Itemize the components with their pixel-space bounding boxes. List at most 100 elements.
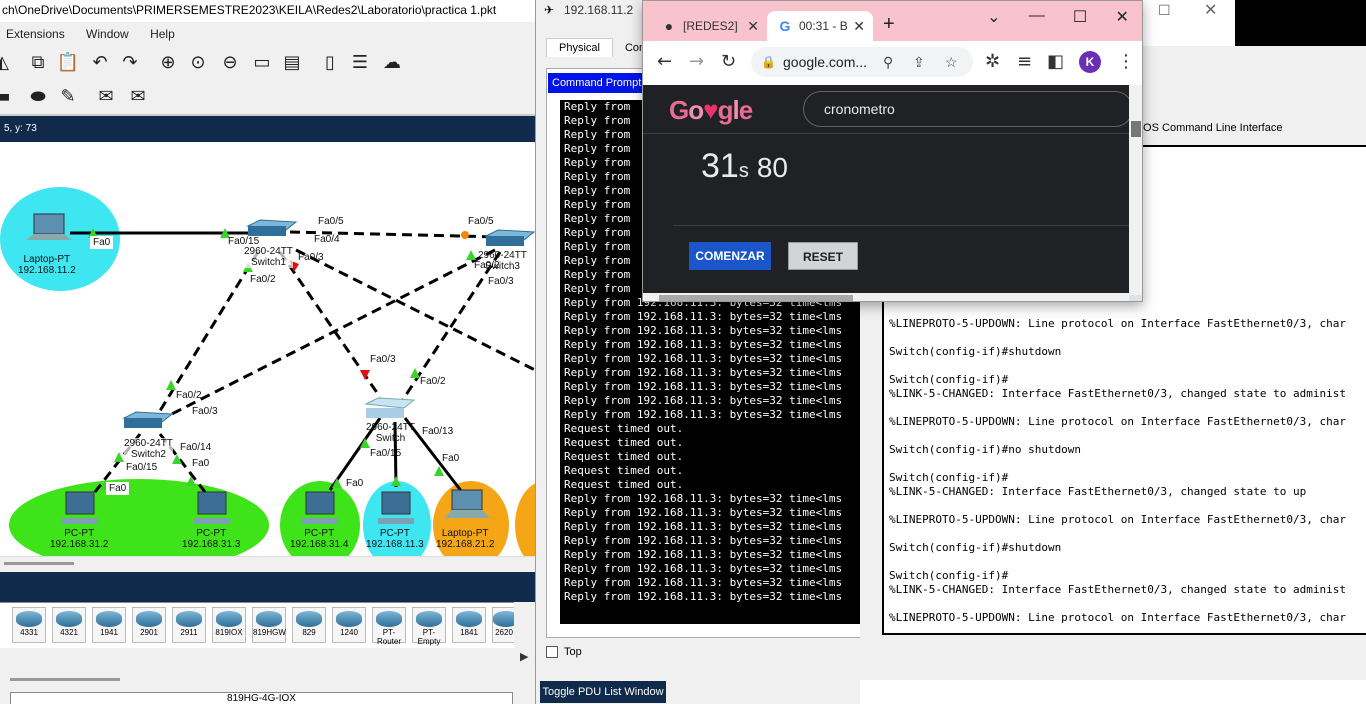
- topology-canvas[interactable]: Laptop-PT 192.168.11.2 2960-24TT Switch1 2…: [0, 142, 535, 556]
- cli-line: Switch(config-if)#: [889, 471, 1009, 484]
- device-pt-router[interactable]: PT-Router: [372, 607, 406, 646]
- close-tab-icon[interactable]: ✕: [747, 11, 759, 41]
- browser-tab-redes2[interactable]: ● [REDES2] ✕: [651, 11, 767, 41]
- port-indicator: [461, 231, 469, 239]
- drawing-palette-icon[interactable]: ▭: [250, 50, 274, 74]
- new-tab-icon[interactable]: +: [883, 13, 895, 36]
- pointer-icon[interactable]: ◭: [0, 50, 14, 74]
- tab-search-icon[interactable]: ⌄: [987, 7, 1000, 27]
- redo-icon[interactable]: ↷: [118, 50, 142, 74]
- maximize-icon[interactable]: ☐: [1073, 7, 1087, 27]
- cmd-line: Reply from 192.168.11.3: bytes=32 time<l…: [564, 590, 843, 603]
- device-819hgw[interactable]: 819HGW: [252, 607, 286, 643]
- page-vscrollbar[interactable]: [1129, 85, 1142, 295]
- cli-line: [889, 429, 1361, 443]
- menu-icon[interactable]: ⋮: [1117, 51, 1135, 72]
- device-4321[interactable]: 4321: [52, 607, 86, 643]
- port-label: Fa0/2: [176, 390, 202, 401]
- search-input[interactable]: cronometro: [803, 91, 1133, 127]
- port-label: Fa0/3: [192, 406, 218, 417]
- back-icon[interactable]: ←: [657, 51, 672, 72]
- extensions-icon[interactable]: ✲: [985, 51, 1000, 72]
- complex-pdu-icon[interactable]: ✉: [126, 84, 150, 108]
- cli-line: %LINK-5-CHANGED: Interface FastEthernet0…: [889, 387, 1346, 400]
- profile-avatar[interactable]: K: [1079, 51, 1101, 73]
- share-icon[interactable]: ⇪: [913, 47, 925, 77]
- zoom-reset-icon[interactable]: ⊙: [186, 50, 210, 74]
- cmd-line: Reply from 192.168.11.3: bytes=32 time<l…: [564, 534, 843, 547]
- device-1240[interactable]: 1240: [332, 607, 366, 643]
- expand-arrow-icon[interactable]: ▶: [520, 650, 528, 663]
- device-1941[interactable]: 1941: [92, 607, 126, 643]
- port-label: Fa0: [90, 236, 114, 249]
- device-2911[interactable]: 2911: [172, 607, 206, 643]
- ellipse-icon[interactable]: ⬬: [26, 84, 50, 108]
- port-indicator: [166, 380, 176, 390]
- canvas-hscrollbar[interactable]: [0, 556, 535, 572]
- device-palette: 4331 4321 1941 2901 2911 819IOX 819HGW 8…: [0, 602, 520, 648]
- document-icon[interactable]: ▯: [318, 50, 342, 74]
- github-icon: ●: [664, 18, 674, 34]
- device-2901[interactable]: 2901: [132, 607, 166, 643]
- cmd-line: Reply from 192.168.11.3: bytes=32 time<l…: [564, 380, 843, 393]
- device-pt-empty[interactable]: PT-Empty: [412, 607, 446, 646]
- location-icon[interactable]: ⚲: [883, 47, 893, 77]
- menu-window[interactable]: Window: [86, 24, 129, 44]
- switch1-icon: [246, 219, 298, 236]
- reset-button[interactable]: RESET: [788, 242, 858, 270]
- device-819iox[interactable]: 819IOX: [212, 607, 246, 643]
- paste-icon[interactable]: 📋: [56, 50, 80, 74]
- minimize-icon[interactable]: —: [1029, 7, 1045, 27]
- reload-icon[interactable]: ↻: [721, 51, 736, 72]
- cli-line: Switch(config-if)#: [889, 569, 1009, 582]
- area-partial-orange: [515, 483, 535, 556]
- device-2620[interactable]: 2620: [492, 607, 519, 643]
- toggle-pdu-list-button[interactable]: Toggle PDU List Window: [540, 681, 666, 703]
- port-label: Fa0/15: [228, 236, 260, 247]
- star-icon[interactable]: ☆: [945, 47, 958, 77]
- start-button[interactable]: COMENZAR: [689, 242, 771, 270]
- address-bar[interactable]: 🔒 google.com... ⚲ ⇪ ☆: [751, 47, 973, 77]
- cloud-icon[interactable]: ☁: [380, 50, 404, 74]
- zoom-in-icon[interactable]: ⊕: [156, 50, 180, 74]
- device-4331[interactable]: 4331: [12, 607, 46, 643]
- switch-device-icon[interactable]: ☰: [348, 50, 372, 74]
- side-panel-icon[interactable]: ◧: [1047, 51, 1064, 72]
- menu-help[interactable]: Help: [150, 24, 175, 44]
- freeform-icon[interactable]: ✎: [56, 84, 80, 108]
- forward-icon[interactable]: →: [689, 51, 704, 72]
- top-checkbox[interactable]: Top: [546, 646, 582, 658]
- close-icon[interactable]: ✕: [1115, 7, 1128, 27]
- menu-extensions[interactable]: Extensions: [6, 24, 65, 44]
- cli-line: [889, 499, 1361, 513]
- device-label: PC-PT 192.168.31.3: [182, 528, 241, 550]
- browser-tab-timer[interactable]: G 00:31 - B ✕: [767, 11, 873, 41]
- top-checkbox-box[interactable]: [546, 646, 558, 658]
- copy-icon[interactable]: ⧉: [26, 50, 50, 74]
- cli-footer: [860, 680, 1366, 704]
- zoom-out-icon[interactable]: ⊖: [218, 50, 242, 74]
- maximize-icon[interactable]: ☐: [1158, 2, 1171, 19]
- custom-devices-icon[interactable]: ▤: [280, 50, 304, 74]
- simple-pdu-icon[interactable]: ✉: [94, 84, 118, 108]
- google-doodle-logo[interactable]: Go♥gle: [669, 95, 753, 126]
- port-label: Fa0/3: [298, 252, 324, 263]
- tab-physical[interactable]: Physical: [546, 38, 613, 57]
- page-hscrollbar[interactable]: [643, 293, 1129, 301]
- port-indicator: [391, 476, 401, 486]
- undo-icon[interactable]: ↶: [88, 50, 112, 74]
- toolbar: ← → ↻ 🔒 google.com... ⚲ ⇪ ☆ ✲ ≡ ◧ K ⋮: [643, 41, 1142, 85]
- divider: [643, 133, 1129, 134]
- device-1841[interactable]: 1841: [452, 607, 486, 643]
- close-tab-icon[interactable]: ✕: [853, 11, 865, 41]
- device-829[interactable]: 829: [292, 607, 326, 643]
- media-icon[interactable]: ≡: [1017, 51, 1032, 72]
- device-label: 2960-24TT Switch2: [124, 438, 173, 460]
- close-icon[interactable]: ✕: [1204, 0, 1217, 20]
- port-label: Fa0/13: [422, 426, 454, 437]
- pc-icon: [194, 491, 230, 524]
- stopwatch-display: 31s 80: [701, 147, 788, 186]
- device-label: PC-PT 192.168.31.2: [50, 528, 109, 550]
- rectangle-icon[interactable]: ▬: [0, 84, 14, 108]
- lock-icon: 🔒: [761, 55, 776, 69]
